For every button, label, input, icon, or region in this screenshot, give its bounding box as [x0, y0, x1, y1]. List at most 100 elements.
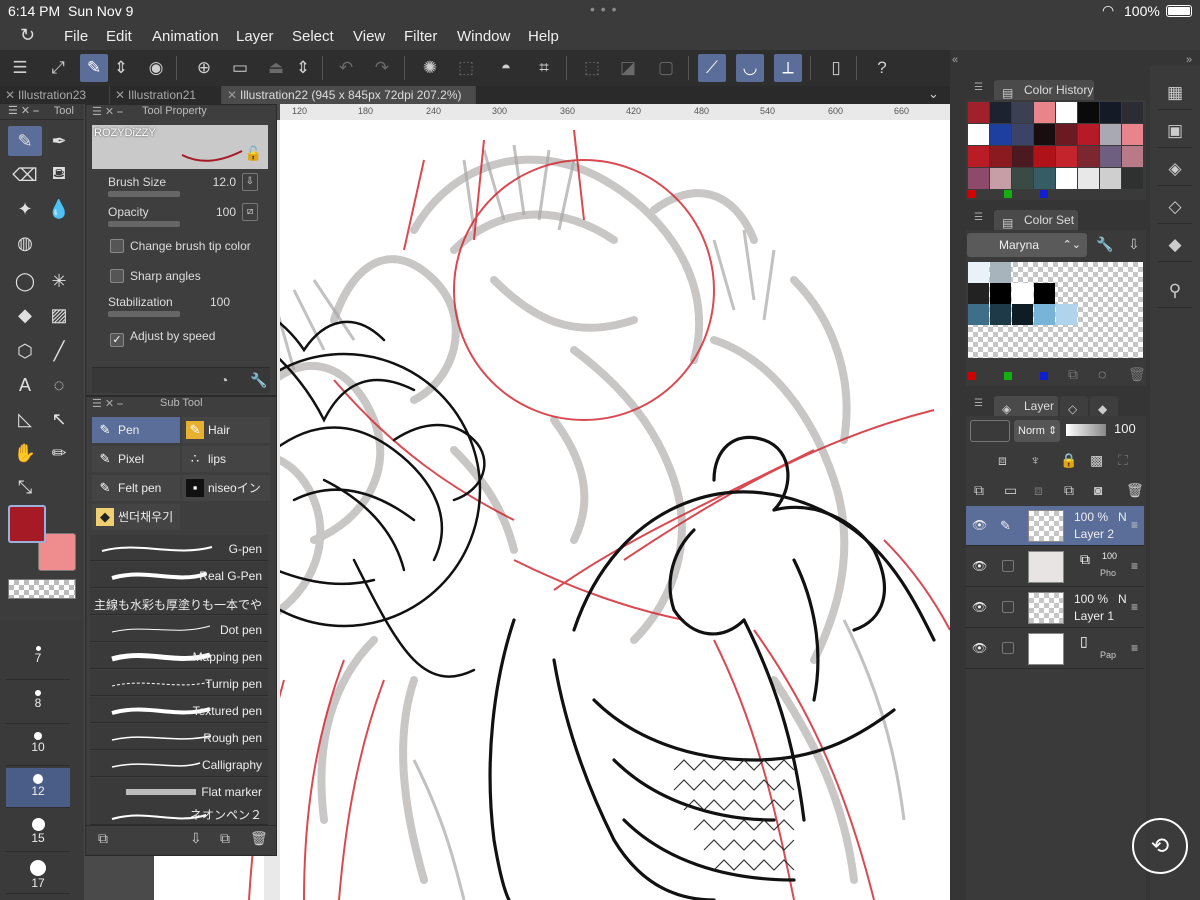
eye-icon[interactable]: 👁 [972, 600, 987, 614]
app-logo-icon[interactable]: ↻ [20, 25, 35, 46]
tab-illustration22[interactable]: ✕ Illustration22 (945 x 845px 72dpi 207.2… [222, 86, 476, 104]
trash-icon[interactable]: 🗑 [250, 830, 268, 847]
opacity-options-icon[interactable]: ⧄ [242, 203, 258, 221]
new-file-icon[interactable]: ⊕ [190, 54, 218, 82]
history-swatch[interactable] [1034, 146, 1055, 167]
history-swatch[interactable] [1100, 124, 1121, 145]
subtool-group-pen[interactable]: ✎ Pen [92, 417, 180, 443]
fill-bucket-icon[interactable]: ⛾ [42, 160, 76, 190]
history-swatch[interactable] [990, 124, 1011, 145]
hand-icon[interactable]: ✋ [8, 438, 42, 468]
history-swatch[interactable] [968, 168, 989, 189]
history-swatch[interactable] [1012, 146, 1033, 167]
history-swatch[interactable] [968, 146, 989, 167]
change-tip-color-checkbox[interactable]: Change brush tip color [110, 239, 251, 253]
brush-size-slider[interactable] [108, 191, 180, 197]
3d-cube-icon[interactable]: ⬡ [8, 336, 42, 366]
wrench-icon[interactable]: 🔧 [1096, 236, 1113, 253]
brush-g-pen[interactable]: G-pen [90, 535, 268, 561]
menu-select[interactable]: Select [292, 28, 334, 45]
history-swatch[interactable] [1012, 168, 1033, 189]
layer-icon[interactable]: ◈ [1158, 152, 1192, 186]
timer-icon[interactable]: ◔ [220, 372, 228, 388]
close-icon[interactable]: ✕ [5, 86, 15, 104]
loading-icon[interactable]: ✺ [416, 54, 444, 82]
transform-icon[interactable]: ⬚ [452, 54, 480, 82]
merge-icon[interactable]: ⧈ [1034, 482, 1043, 499]
color-set-select[interactable]: Maryna ⌃⌄ [967, 233, 1087, 257]
history-swatch[interactable] [968, 124, 989, 145]
history-swatch[interactable] [1012, 124, 1033, 145]
quick-action-refresh-icon[interactable]: ⟲ [1132, 818, 1188, 874]
line-tool-icon[interactable]: ╱ [42, 336, 76, 366]
history-swatch[interactable] [1122, 102, 1143, 123]
layer-checkbox[interactable] [1002, 642, 1014, 654]
ink-pen-tool-icon[interactable]: ✒ [42, 126, 76, 156]
eyedropper-icon[interactable]: ⤡ [8, 472, 42, 502]
navigator-icon[interactable]: ▣ [1158, 114, 1192, 148]
lock-icon[interactable]: 🔓 [245, 145, 262, 162]
history-swatch[interactable] [1034, 168, 1055, 189]
object-select-icon[interactable]: ↖ [42, 404, 76, 434]
history-swatch[interactable] [1122, 168, 1143, 189]
lasso-icon[interactable]: ◯ [8, 266, 42, 296]
brush-neon-pen[interactable]: ネオンペン２ [90, 803, 268, 825]
fullscreen-icon[interactable]: ⤢ [44, 54, 72, 82]
tab-layer-search[interactable]: ◆ [1090, 396, 1118, 416]
pen-nib-icon[interactable]: ✏ [42, 438, 76, 468]
mask-icon[interactable]: ◙ [1094, 482, 1102, 498]
layer-row-paper[interactable]: 👁 ▯ Pap ≡ [966, 629, 1144, 669]
history-swatch[interactable] [990, 168, 1011, 189]
open-folder-icon[interactable]: ▭ [226, 54, 254, 82]
history-swatch[interactable] [1100, 168, 1121, 189]
subtool-group-niseo[interactable]: ▪niseoインク [182, 475, 270, 501]
history-swatch[interactable] [1078, 168, 1099, 189]
animation-icon[interactable]: ▦ [1158, 76, 1192, 110]
trash-icon[interactable]: 🗑 [1128, 366, 1146, 383]
main-color-front[interactable] [8, 505, 46, 543]
layer-color-select[interactable] [970, 420, 1010, 442]
snap-ruler-icon[interactable]: ⟋ [698, 54, 726, 82]
eye-icon[interactable]: 👁 [972, 518, 987, 532]
device-icon[interactable]: ▯ [822, 54, 850, 82]
multitask-dots-icon[interactable]: • • • [590, 1, 617, 17]
menu-edit[interactable]: Edit [106, 28, 132, 45]
snap-grid-icon[interactable]: ⟂ [774, 54, 802, 82]
add-color-icon[interactable]: ⧉ [1068, 366, 1078, 383]
brush-size-7[interactable]: 7 [6, 640, 70, 680]
grip-icon[interactable]: ☰ ✕ ⎯ [8, 105, 39, 117]
stabilization-value[interactable]: 100 [210, 295, 230, 309]
layer-property-icon[interactable]: ◇ [1158, 190, 1192, 224]
grip-icon[interactable]: ☰ [974, 398, 983, 409]
new-raster-layer-icon[interactable]: ⧉ [974, 482, 984, 499]
adjust-by-speed-checkbox[interactable]: ✓ Adjust by speed [110, 329, 215, 347]
color-set-swatch[interactable] [1012, 304, 1033, 325]
copy-layer-icon[interactable]: ⧉ [1064, 482, 1074, 499]
brush-calligraphy[interactable]: Calligraphy [90, 751, 268, 777]
brush-size-15[interactable]: 15 [6, 812, 70, 852]
panel-controls-icon[interactable]: ☰ ✕ ⎯ [92, 397, 123, 411]
grip-icon[interactable]: ☰ [974, 82, 983, 93]
menu-view[interactable]: View [353, 28, 385, 45]
snap-special-ruler-icon[interactable]: ◡ [736, 54, 764, 82]
layer-search-icon[interactable]: ◆ [1158, 228, 1192, 262]
edit-mode-icon[interactable]: ✎ [80, 54, 108, 82]
redo-icon[interactable]: ↷ [368, 54, 396, 82]
history-swatch[interactable] [1122, 124, 1143, 145]
tab-layer[interactable]: ◈ Layer [994, 396, 1058, 416]
layer-checkbox[interactable] [1002, 601, 1014, 613]
history-swatch[interactable] [1034, 102, 1055, 123]
brush-size-12[interactable]: 12 [6, 768, 70, 808]
drag-handle-icon[interactable]: ≡ [1131, 559, 1138, 573]
transfer-icon[interactable]: ⧈ [998, 452, 1007, 469]
clip-icon[interactable]: ⛶ [1118, 452, 1128, 469]
brush-dot-pen[interactable]: Dot pen [90, 616, 268, 642]
color-set-swatch[interactable] [990, 304, 1011, 325]
help-icon[interactable]: ? [868, 54, 896, 82]
history-swatch[interactable] [990, 102, 1011, 123]
paint-bucket-icon[interactable]: ◆ [8, 300, 42, 330]
history-swatch[interactable] [1012, 102, 1033, 123]
history-swatch[interactable] [990, 146, 1011, 167]
brush-flat-marker[interactable]: Flat marker [90, 778, 268, 804]
globe-icon[interactable]: ◍ [8, 228, 42, 258]
